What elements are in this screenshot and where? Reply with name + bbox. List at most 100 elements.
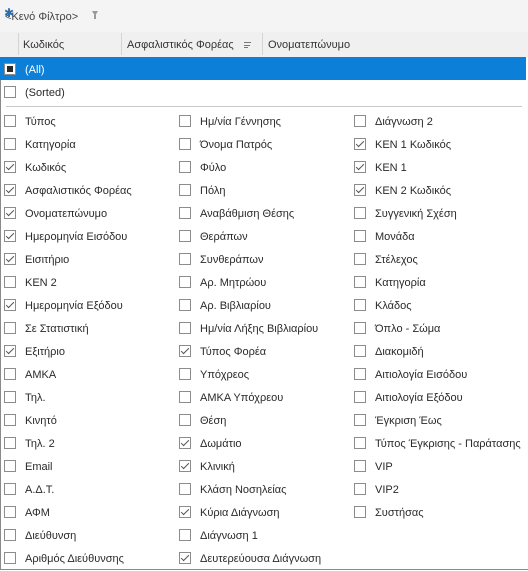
- column-option-label[interactable]: Όνομα Πατρός: [200, 139, 272, 151]
- column-checkbox[interactable]: [4, 230, 16, 242]
- column-option-label[interactable]: Θεράπων: [200, 231, 248, 243]
- column-option-label[interactable]: Διακομιδή: [375, 346, 424, 358]
- column-checkbox[interactable]: [4, 483, 16, 495]
- column-checkbox[interactable]: [179, 230, 191, 242]
- column-checkbox[interactable]: [179, 184, 191, 196]
- column-option-label[interactable]: Ημερομηνία Εξόδου: [25, 300, 123, 312]
- column-option-label[interactable]: Τύπος Έγκρισης - Παράτασης: [375, 438, 521, 450]
- column-option-label[interactable]: Πόλη: [200, 185, 225, 197]
- column-option-label[interactable]: Αναβάθμιση Θέσης: [200, 208, 294, 220]
- column-option-label[interactable]: Email: [25, 461, 53, 473]
- sorted-checkbox[interactable]: [4, 86, 16, 98]
- column-option-label[interactable]: Ημερομηνία Εισόδου: [25, 231, 127, 243]
- column-option-label[interactable]: Συστήσας: [375, 507, 424, 519]
- column-option-label[interactable]: Στέλεχος: [375, 254, 418, 266]
- column-option-label[interactable]: Αρ. Μητρώου: [200, 277, 266, 289]
- column-checkbox[interactable]: [4, 161, 16, 173]
- column-checkbox[interactable]: [354, 483, 366, 495]
- column-option-label[interactable]: Ονοματεπώνυμο: [25, 208, 107, 220]
- column-checkbox[interactable]: [354, 253, 366, 265]
- column-option-label[interactable]: ΑΜΚΑ Υπόχρεου: [200, 392, 283, 404]
- column-checkbox[interactable]: [354, 437, 366, 449]
- column-checkbox[interactable]: [179, 345, 191, 357]
- column-checkbox[interactable]: [4, 322, 16, 334]
- column-option-label[interactable]: ΑΜΚΑ: [25, 369, 56, 381]
- column-option-label[interactable]: Κλάδος: [375, 300, 412, 312]
- column-checkbox[interactable]: [179, 529, 191, 541]
- filter-label[interactable]: <Κενό Φίλτρο>: [5, 11, 78, 23]
- column-checkbox[interactable]: [4, 207, 16, 219]
- column-checkbox[interactable]: [179, 391, 191, 403]
- column-checkbox[interactable]: [4, 552, 16, 564]
- column-checkbox[interactable]: [179, 322, 191, 334]
- column-checkbox[interactable]: [4, 184, 16, 196]
- column-checkbox[interactable]: [179, 276, 191, 288]
- column-checkbox[interactable]: [354, 184, 366, 196]
- column-checkbox[interactable]: [179, 552, 191, 564]
- column-option-label[interactable]: Αριθμός Διεύθυνσης: [25, 553, 124, 565]
- column-checkbox[interactable]: [354, 368, 366, 380]
- column-option-label[interactable]: Τύπος: [25, 116, 56, 128]
- all-item-row[interactable]: [0, 57, 526, 80]
- asterisk-icon[interactable]: ✱: [4, 6, 14, 20]
- column-checkbox[interactable]: [179, 414, 191, 426]
- column-checkbox[interactable]: [4, 253, 16, 265]
- column-option-label[interactable]: Διάγνωση 2: [375, 116, 433, 128]
- column-option-label[interactable]: Α.Δ.Τ.: [25, 484, 54, 496]
- column-option-label[interactable]: ΚΕΝ 2: [25, 277, 57, 289]
- column-checkbox[interactable]: [179, 368, 191, 380]
- column-checkbox[interactable]: [354, 138, 366, 150]
- all-checkbox[interactable]: [4, 63, 16, 75]
- column-checkbox[interactable]: [4, 299, 16, 311]
- column-option-label[interactable]: Αιτιολογία Εξόδου: [375, 392, 463, 404]
- column-option-label[interactable]: Δωμάτιο: [200, 438, 242, 450]
- column-header-kodikos[interactable]: Κωδικός: [23, 39, 64, 51]
- column-checkbox[interactable]: [179, 460, 191, 472]
- column-option-label[interactable]: Συνθεράπων: [200, 254, 263, 266]
- column-option-label[interactable]: Διεύθυνση: [25, 530, 76, 542]
- column-checkbox[interactable]: [4, 138, 16, 150]
- column-option-label[interactable]: VIP2: [375, 484, 399, 496]
- column-checkbox[interactable]: [4, 391, 16, 403]
- column-checkbox[interactable]: [354, 230, 366, 242]
- column-option-label[interactable]: ΚΕΝ 1: [375, 162, 407, 174]
- column-option-label[interactable]: Σε Στατιστική: [25, 323, 89, 335]
- column-checkbox[interactable]: [354, 276, 366, 288]
- column-checkbox[interactable]: [4, 368, 16, 380]
- column-option-label[interactable]: Κωδικός: [25, 162, 66, 174]
- column-checkbox[interactable]: [354, 460, 366, 472]
- column-checkbox[interactable]: [354, 414, 366, 426]
- column-option-label[interactable]: Μονάδα: [375, 231, 415, 243]
- column-option-label[interactable]: Κλινική: [200, 461, 235, 473]
- column-option-label[interactable]: Τηλ.: [25, 392, 46, 404]
- column-header-onomateponymo[interactable]: Ονοματεπώνυμο: [268, 39, 350, 51]
- column-checkbox[interactable]: [179, 483, 191, 495]
- column-checkbox[interactable]: [179, 115, 191, 127]
- column-option-label[interactable]: ΑΦΜ: [25, 507, 50, 519]
- column-checkbox[interactable]: [354, 299, 366, 311]
- column-checkbox[interactable]: [179, 253, 191, 265]
- column-option-label[interactable]: Εισιτήριο: [25, 254, 69, 266]
- column-option-label[interactable]: Κύρια Διάγνωση: [200, 507, 280, 519]
- column-option-label[interactable]: Διάγνωση 1: [200, 530, 258, 542]
- column-option-label[interactable]: Δευτερεύουσα Διάγνωση: [200, 553, 321, 565]
- column-checkbox[interactable]: [354, 391, 366, 403]
- column-option-label[interactable]: Φύλο: [200, 162, 226, 174]
- sort-lines-icon[interactable]: [244, 42, 251, 49]
- column-checkbox[interactable]: [179, 506, 191, 518]
- column-option-label[interactable]: ΚΕΝ 1 Κωδικός: [375, 139, 451, 151]
- column-checkbox[interactable]: [4, 115, 16, 127]
- column-option-label[interactable]: Αρ. Βιβλιαρίου: [200, 300, 271, 312]
- column-option-label[interactable]: Ασφαλιστικός Φορέας: [25, 185, 132, 197]
- column-checkbox[interactable]: [354, 322, 366, 334]
- column-header-asfalistikos-foreas[interactable]: Ασφαλιστικός Φορέας: [127, 39, 234, 51]
- column-option-label[interactable]: Όπλο - Σώμα: [375, 323, 440, 335]
- column-option-label[interactable]: Έγκριση Έως: [375, 415, 442, 427]
- column-option-label[interactable]: Ημ/νία Γέννησης: [200, 116, 281, 128]
- column-option-label[interactable]: Κατηγορία: [25, 139, 76, 151]
- column-option-label[interactable]: Συγγενική Σχέση: [375, 208, 457, 220]
- column-option-label[interactable]: Υπόχρεος: [200, 369, 249, 381]
- column-checkbox[interactable]: [4, 276, 16, 288]
- column-option-label[interactable]: Κλάση Νοσηλείας: [200, 484, 286, 496]
- column-option-label[interactable]: Τηλ. 2: [25, 438, 55, 450]
